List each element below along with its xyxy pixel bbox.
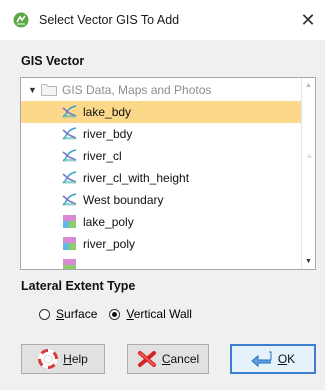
window-title: Select Vector GIS To Add <box>39 13 180 27</box>
ok-label: OK <box>278 352 295 366</box>
tree-item-row[interactable]: river_bdy <box>21 123 303 145</box>
tree-item-label: river_poly <box>83 237 136 251</box>
vector-line-icon <box>62 193 77 206</box>
tree-item-label: West boundary <box>83 193 164 207</box>
surface-mnemonic: S <box>56 307 65 321</box>
scroll-up-icon[interactable]: ▲ <box>305 82 312 89</box>
vector-polygon-icon <box>63 237 76 250</box>
cancel-icon <box>137 351 156 367</box>
ok-button[interactable]: OK <box>230 344 316 374</box>
vector-line-icon <box>62 105 77 118</box>
tree-item-row[interactable]: river_cl_with_height <box>21 167 303 189</box>
gis-vector-tree[interactable]: ▼ GIS Data, Maps and Photos lake_bdy riv… <box>20 77 316 270</box>
tree-root-label: GIS Data, Maps and Photos <box>62 83 212 97</box>
collapse-icon[interactable]: ▼ <box>28 85 37 95</box>
close-button[interactable]: ✕ <box>291 0 325 40</box>
tree-item-row-partial[interactable] <box>21 255 303 269</box>
vertical-wall-label-rest: ertical Wall <box>133 307 192 321</box>
tree-item-row[interactable]: West boundary <box>21 189 303 211</box>
vector-polygon-icon <box>63 215 76 228</box>
cancel-label: Cancel <box>162 352 199 366</box>
help-label: Help <box>63 352 88 366</box>
lateral-extent-radio-group: Surface Vertical Wall <box>39 307 192 321</box>
help-mnemonic: H <box>63 352 72 366</box>
tree-item-row[interactable]: river_cl <box>21 145 303 167</box>
ok-mnemonic: O <box>277 352 288 366</box>
vertical-wall-radio-label[interactable]: Vertical Wall <box>126 307 192 321</box>
tree-item-row[interactable]: river_poly <box>21 233 303 255</box>
vertical-wall-radio[interactable] <box>109 308 121 320</box>
lateral-extent-type-label: Lateral Extent Type <box>21 279 136 293</box>
tree-item-label: river_cl_with_height <box>83 171 190 185</box>
vector-polygon-icon <box>63 259 76 269</box>
enter-arrow-icon <box>251 351 272 368</box>
scroll-down-icon[interactable]: ▼ <box>305 258 312 265</box>
vector-line-icon <box>62 127 77 140</box>
vector-line-icon <box>62 171 77 184</box>
tree-item-label: lake_poly <box>83 215 134 229</box>
vertical-wall-mnemonic: V <box>126 307 134 321</box>
folder-icon <box>41 84 57 96</box>
title-bar: Select Vector GIS To Add ✕ <box>0 0 325 40</box>
select-vector-gis-dialog: Select Vector GIS To Add ✕ GIS Vector ▼ … <box>0 0 325 390</box>
app-icon <box>13 12 29 28</box>
gis-vector-label: GIS Vector <box>21 54 85 68</box>
tree-item-row[interactable]: lake_poly <box>21 211 303 233</box>
help-label-rest: elp <box>71 352 88 366</box>
cancel-button[interactable]: Cancel <box>127 344 209 374</box>
tree-root-row[interactable]: ▼ GIS Data, Maps and Photos <box>21 79 303 101</box>
surface-label-rest: urface <box>64 307 98 321</box>
surface-radio-label[interactable]: Surface <box>56 307 97 321</box>
help-button[interactable]: Help <box>21 344 105 374</box>
tree-scrollbar[interactable]: ▲ ≡ ▼ <box>301 78 315 269</box>
help-icon <box>38 349 59 369</box>
tree-item-label: lake_bdy <box>83 105 132 119</box>
tree-item-label: river_cl <box>83 149 122 163</box>
tree-item-row[interactable]: lake_bdy <box>21 101 303 123</box>
close-icon: ✕ <box>300 9 316 30</box>
ok-label-rest: K <box>287 352 296 366</box>
tree-item-label: river_bdy <box>83 127 133 141</box>
surface-radio[interactable] <box>39 308 50 320</box>
scroll-thumb-grip-icon[interactable]: ≡ <box>307 152 312 161</box>
vector-line-icon <box>62 149 77 162</box>
cancel-label-rest: ancel <box>170 352 200 366</box>
